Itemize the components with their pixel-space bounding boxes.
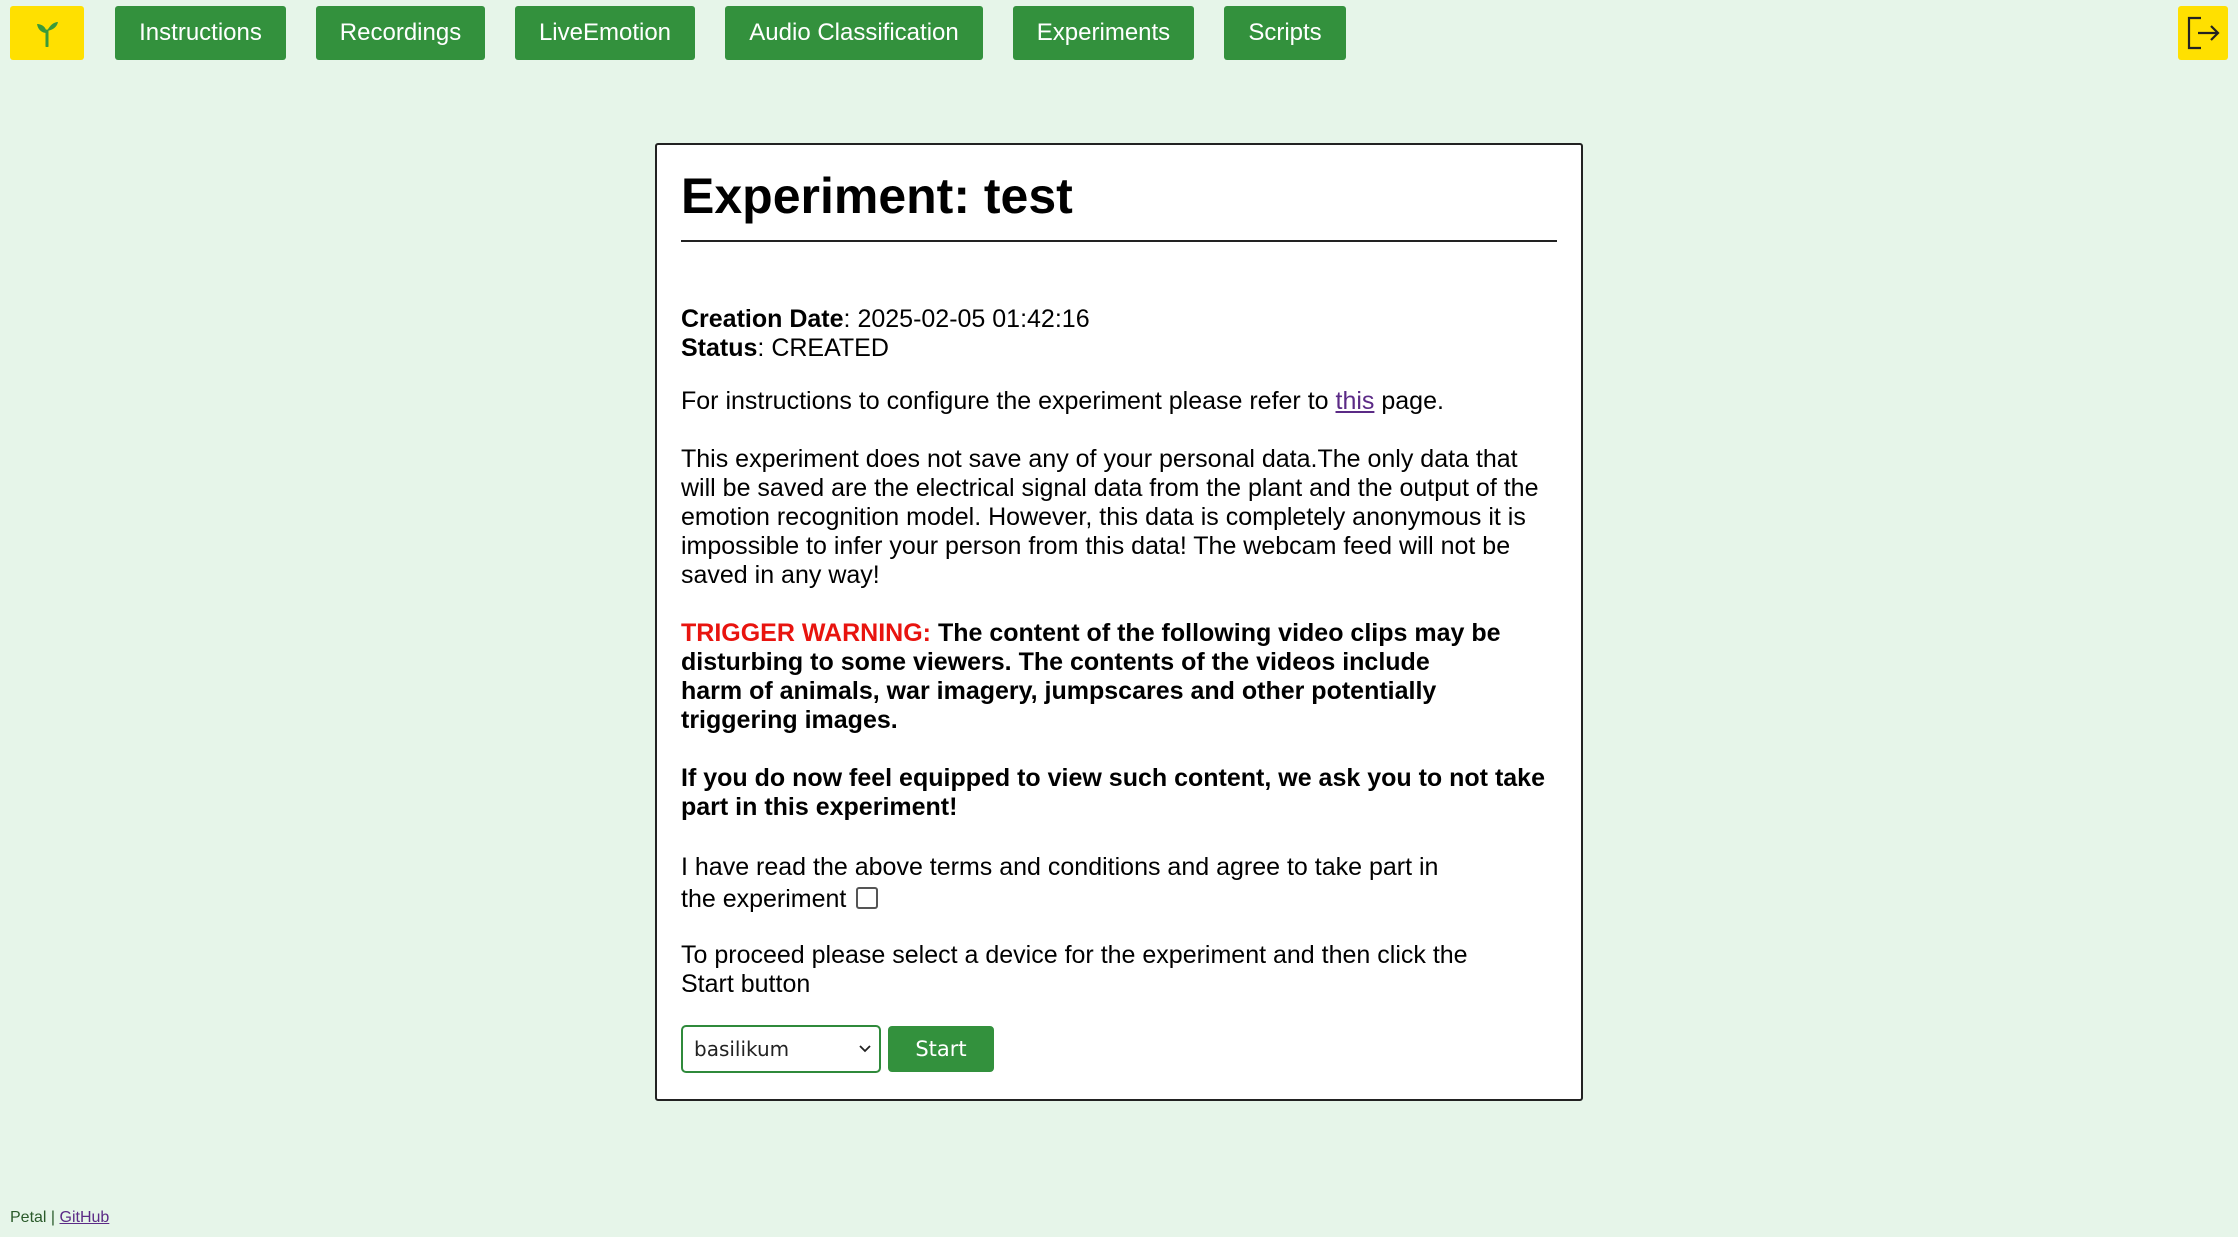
trigger-warning-label: TRIGGER WARNING: [681, 619, 931, 647]
github-link[interactable]: GitHub [60, 1209, 110, 1226]
nav-audio-classification[interactable]: Audio Classification [725, 6, 983, 60]
status-label: Status [681, 334, 758, 362]
trigger-warning-text-2: harm of animals, war imagery, jumpscares… [681, 677, 1437, 734]
logout-button[interactable] [2178, 6, 2228, 60]
footer: Petal | GitHub [10, 1209, 109, 1227]
footer-brand: Petal [10, 1209, 47, 1226]
trigger-warning: TRIGGER WARNING: The content of the foll… [681, 619, 1557, 735]
experiment-card: Experiment: test Creation Date: 2025-02-… [655, 143, 1583, 1101]
start-button[interactable]: Start [888, 1026, 994, 1072]
page-title: Experiment: test [681, 169, 1557, 242]
home-logo-button[interactable] [10, 6, 84, 60]
footer-separator: | [46, 1209, 60, 1226]
nav-recordings[interactable]: Recordings [316, 6, 485, 60]
instructions-text: For instructions to configure the experi… [681, 387, 1557, 416]
nav-liveemotion[interactable]: LiveEmotion [515, 6, 695, 60]
experiment-meta: Creation Date: 2025-02-05 01:42:16 Statu… [681, 305, 1557, 363]
sprout-icon [37, 22, 58, 47]
creation-date-label: Creation Date [681, 305, 844, 333]
agree-row: I have read the above terms and conditio… [681, 851, 1441, 915]
nav-instructions[interactable]: Instructions [115, 6, 286, 60]
status-value: CREATED [771, 334, 889, 362]
creation-date-row: Creation Date: 2025-02-05 01:42:16 [681, 305, 1090, 333]
agree-text: I have read the above terms and conditio… [681, 853, 1439, 913]
instructions-suffix: page. [1374, 387, 1444, 415]
start-controls: basilikum Start [681, 1025, 1557, 1073]
proceed-text: To proceed please select a device for th… [681, 941, 1468, 998]
device-select-value: basilikum [694, 1037, 790, 1061]
nav-scripts[interactable]: Scripts [1224, 6, 1346, 60]
device-select[interactable]: basilikum [681, 1025, 881, 1073]
agree-checkbox[interactable] [856, 887, 879, 909]
top-nav: Instructions Recordings LiveEmotion Audi… [10, 6, 2228, 60]
instructions-link[interactable]: this [1336, 387, 1375, 415]
creation-date-value: 2025-02-05 01:42:16 [857, 305, 1090, 333]
nav-experiments[interactable]: Experiments [1013, 6, 1194, 60]
feel-equipped-text: If you do now feel equipped to view such… [681, 764, 1545, 821]
privacy-text: This experiment does not save any of you… [681, 445, 1539, 589]
logout-icon [2187, 16, 2220, 50]
chevron-down-icon [859, 1045, 871, 1053]
instructions-prefix: For instructions to configure the experi… [681, 387, 1336, 415]
status-row: Status: CREATED [681, 334, 889, 362]
